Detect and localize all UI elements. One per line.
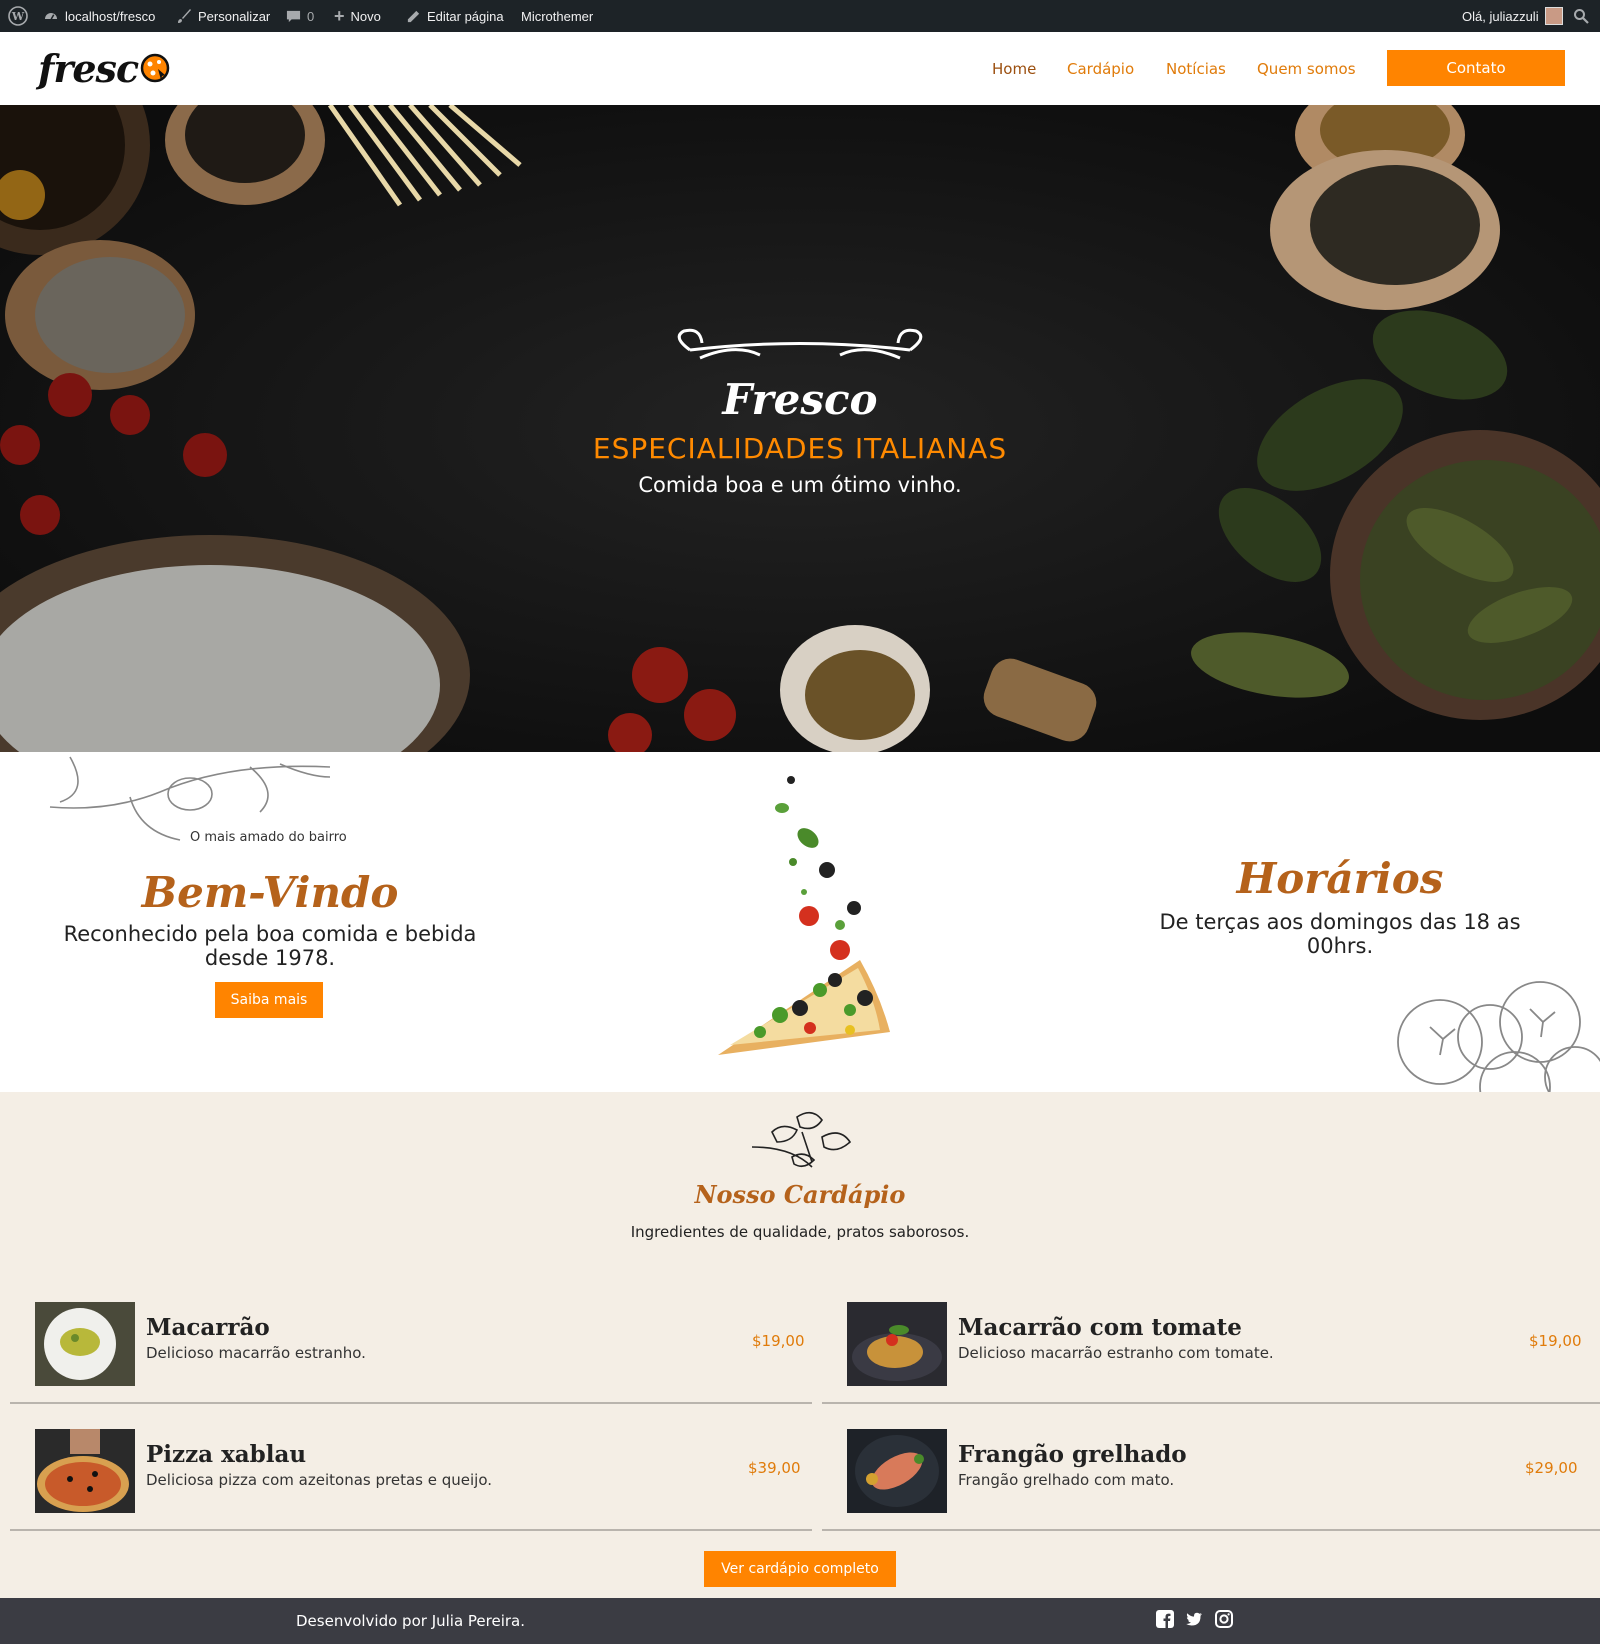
- hours-title: Horários: [1236, 854, 1444, 903]
- admin-microthemer-label: Microthemer: [521, 8, 594, 24]
- dish-image: [847, 1302, 947, 1386]
- menu-section: Nosso Cardápio Ingredientes de qualidade…: [0, 1092, 1600, 1598]
- tomato-illustration: [1397, 981, 1600, 1092]
- facebook-icon[interactable]: [1156, 1610, 1174, 1628]
- dish-description: Delicioso macarrão estranho com tomate.: [958, 1344, 1274, 1362]
- dish-image: [35, 1302, 135, 1386]
- plus-icon: +: [334, 5, 345, 26]
- menu-item[interactable]: Macarrão Delicioso macarrão estranho. $1…: [10, 1294, 812, 1420]
- menu-item[interactable]: Pizza xablau Deliciosa pizza com azeiton…: [10, 1421, 812, 1547]
- brush-icon: [178, 9, 191, 23]
- welcome-eyebrow: O mais amado do bairro: [190, 830, 347, 845]
- dish-description: Frangão grelhado com mato.: [958, 1471, 1175, 1489]
- welcome-description: Reconhecido pela boa comida e bebida des…: [63, 922, 477, 970]
- nav-quem-somos[interactable]: Quem somos: [1257, 60, 1356, 78]
- welcome-title: Bem-Vindo: [141, 868, 399, 917]
- admin-customize-link[interactable]: Personalizar: [176, 0, 270, 32]
- dish-price: $19,00: [752, 1332, 805, 1350]
- nav-noticias[interactable]: Notícias: [1166, 60, 1226, 78]
- divider: [822, 1529, 1600, 1531]
- dish-name: Pizza xablau: [146, 1441, 307, 1468]
- divider: [822, 1402, 1600, 1404]
- site-logo[interactable]: fresc: [38, 42, 170, 94]
- admin-new-label: Novo: [350, 8, 381, 24]
- site-footer: Desenvolvido por Julia Pereira.: [0, 1598, 1600, 1644]
- hero-subtitle: ESPECIALIDADES ITALIANAS: [592, 432, 1008, 465]
- welcome-section: O mais amado do bairro Bem-Vindo Reconhe…: [0, 752, 1600, 1092]
- herb-illustration: [751, 1111, 852, 1168]
- hero-title: Fresco: [722, 375, 878, 424]
- dish-price: $19,00: [1529, 1332, 1582, 1350]
- svg-text:W: W: [11, 10, 25, 23]
- menu-title: Nosso Cardápio: [694, 1180, 906, 1209]
- menu-item[interactable]: Frangão grelhado Frangão grelhado com ma…: [822, 1421, 1600, 1547]
- wordpress-logo-icon[interactable]: W: [8, 0, 28, 32]
- dish-image: [35, 1429, 135, 1513]
- saiba-mais-button[interactable]: Saiba mais: [215, 982, 323, 1018]
- logo-text: fresc: [38, 45, 139, 91]
- admin-search-icon[interactable]: [1573, 0, 1589, 32]
- admin-greeting: Olá, juliazzuli: [1462, 8, 1539, 24]
- nav-home[interactable]: Home: [992, 60, 1036, 78]
- dashboard-icon: [45, 13, 57, 20]
- comment-icon: [286, 10, 301, 22]
- admin-comments-link[interactable]: 0: [286, 0, 314, 32]
- divider: [10, 1529, 812, 1531]
- menu-item[interactable]: Macarrão com tomate Delicioso macarrão e…: [822, 1294, 1600, 1420]
- dish-name: Macarrão com tomate: [958, 1314, 1242, 1341]
- admin-comments-count: 0: [307, 8, 315, 24]
- admin-microthemer-link[interactable]: Microthemer: [521, 0, 593, 32]
- admin-edit-label: Editar página: [427, 8, 504, 24]
- admin-site-link[interactable]: localhost/fresco: [43, 0, 155, 32]
- dish-name: Frangão grelhado: [958, 1441, 1187, 1468]
- pencil-icon: [407, 10, 420, 22]
- dish-description: Delicioso macarrão estranho.: [146, 1344, 366, 1362]
- dish-name: Macarrão: [146, 1314, 270, 1341]
- admin-edit-link[interactable]: Editar página: [406, 0, 504, 32]
- hours-description: De terças aos domingos das 18 as 00hrs.: [1159, 910, 1521, 958]
- dish-price: $29,00: [1525, 1459, 1578, 1477]
- pizza-logo-icon: [140, 53, 170, 83]
- admin-bar: W localhost/fresco Personalizar 0 + Novo…: [0, 0, 1600, 32]
- dish-price: $39,00: [748, 1459, 801, 1477]
- admin-site-label: localhost/fresco: [65, 8, 156, 24]
- hero-banner: Fresco ESPECIALIDADES ITALIANAS Comida b…: [0, 105, 1600, 752]
- admin-new-link[interactable]: + Novo: [334, 0, 381, 32]
- menu-subtitle: Ingredientes de qualidade, pratos saboro…: [630, 1223, 970, 1241]
- hero-background-image: [0, 105, 1600, 752]
- admin-account-link[interactable]: Olá, juliazzuli: [1462, 0, 1563, 32]
- dish-image: [847, 1429, 947, 1513]
- admin-customize-label: Personalizar: [198, 8, 271, 24]
- contato-button[interactable]: Contato: [1387, 50, 1565, 86]
- dish-description: Deliciosa pizza com azeitonas pretas e q…: [146, 1471, 492, 1489]
- hero-tagline: Comida boa e um ótimo vinho.: [638, 473, 962, 497]
- twitter-icon[interactable]: [1185, 1610, 1203, 1628]
- avatar: [1544, 7, 1563, 25]
- divider: [10, 1402, 812, 1404]
- nav-cardapio[interactable]: Cardápio: [1067, 60, 1134, 78]
- ver-cardapio-button[interactable]: Ver cardápio completo: [704, 1551, 896, 1587]
- site-header: fresc Home Cardápio Notícias Quem somos …: [0, 32, 1600, 105]
- instagram-icon[interactable]: [1215, 1610, 1233, 1628]
- pizza-slice-image: [718, 776, 890, 1055]
- footer-credit: Desenvolvido por Julia Pereira.: [296, 1612, 526, 1630]
